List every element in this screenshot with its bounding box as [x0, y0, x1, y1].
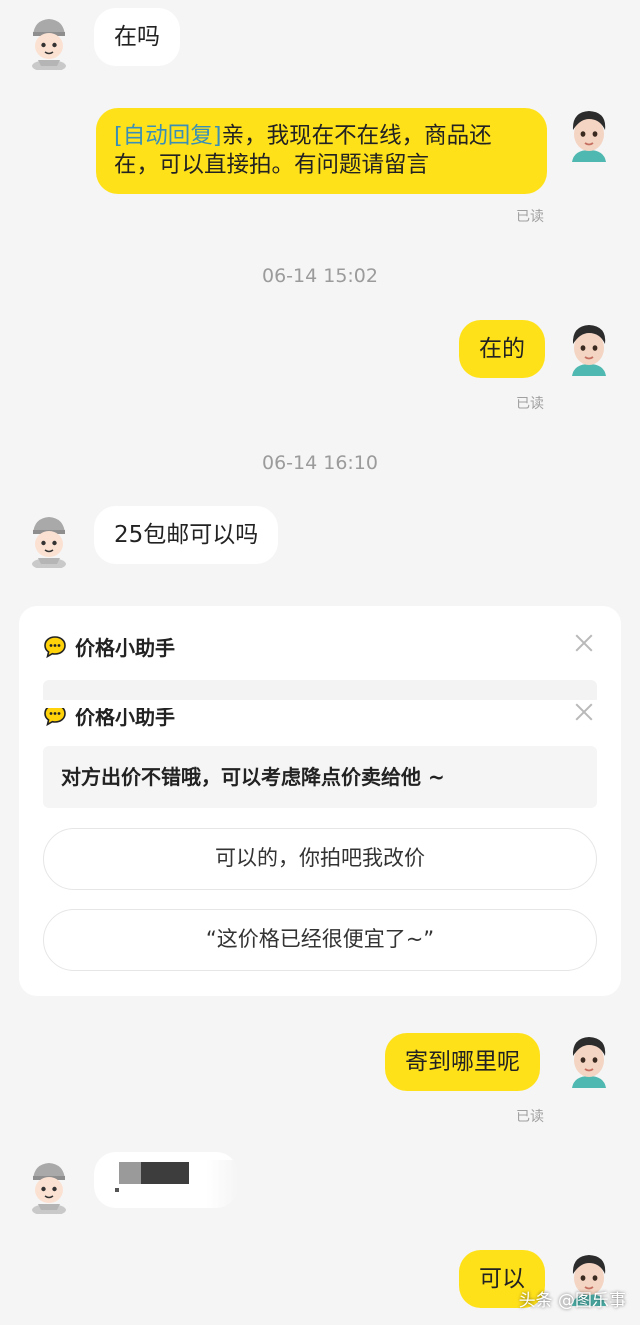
price-helper-tip: 对方出价不错哦，可以考虑降点价卖给他 ~	[43, 746, 597, 808]
message-text: 在吗	[114, 24, 160, 50]
timestamp: 06-14 15:02	[261, 265, 378, 287]
message-text: 在的	[479, 336, 525, 362]
price-helper-card: 价格小助手 价格小助手 对方出价不错哦，可以考虑降点价卖给他 ~ 可以的，你拍吧…	[19, 606, 621, 996]
read-receipt: 已读	[516, 1109, 544, 1125]
avatar-icon	[32, 517, 66, 568]
read-receipt: 已读	[516, 209, 544, 225]
message-outgoing-2[interactable]: 在的	[459, 320, 545, 378]
price-helper-header: 价格小助手	[43, 632, 175, 661]
message-outgoing-3[interactable]: 寄到哪里呢	[385, 1033, 540, 1091]
seller-avatar[interactable]	[24, 14, 74, 70]
user-avatar[interactable]	[564, 106, 614, 162]
message-text: 寄到哪里呢	[405, 1049, 520, 1075]
close-icon[interactable]	[575, 634, 593, 652]
auto-reply-tag: [自动回复]	[114, 123, 222, 149]
redaction-block	[119, 1162, 141, 1184]
chat-bubble-icon	[44, 635, 66, 658]
quick-reply-option-2[interactable]: “这价格已经很便宜了~”	[43, 909, 597, 971]
close-icon[interactable]	[575, 703, 593, 721]
message-incoming-1[interactable]: 在吗	[94, 8, 180, 66]
message-incoming-2[interactable]: 25包邮可以吗	[94, 506, 279, 564]
message-outgoing-autoreply[interactable]: [自动回复]亲，我现在不在线，商品还在，可以直接拍。有问题请留言	[96, 108, 547, 194]
avatar-icon	[572, 325, 606, 376]
timestamp: 06-14 16:10	[261, 452, 378, 474]
watermark: 头条 @图乐事	[518, 1291, 626, 1311]
redaction-blur	[206, 1160, 238, 1208]
message-text: 25包邮可以吗	[114, 522, 259, 548]
avatar-icon	[572, 1037, 606, 1088]
quick-reply-option-1[interactable]: 可以的，你拍吧我改价	[43, 828, 597, 890]
avatar-icon	[32, 19, 66, 70]
price-helper-title: 价格小助手	[75, 636, 175, 660]
avatar-icon	[572, 111, 606, 162]
read-receipt: 已读	[516, 396, 544, 412]
user-avatar[interactable]	[564, 320, 614, 376]
ghost-mask	[43, 700, 597, 708]
user-avatar[interactable]	[564, 1032, 614, 1088]
redaction-block	[141, 1162, 189, 1184]
redaction-block	[115, 1188, 119, 1192]
seller-avatar[interactable]	[24, 512, 74, 568]
seller-avatar[interactable]	[24, 1158, 74, 1214]
avatar-icon	[32, 1163, 66, 1214]
ghost-header: 价格小助手	[43, 700, 597, 730]
